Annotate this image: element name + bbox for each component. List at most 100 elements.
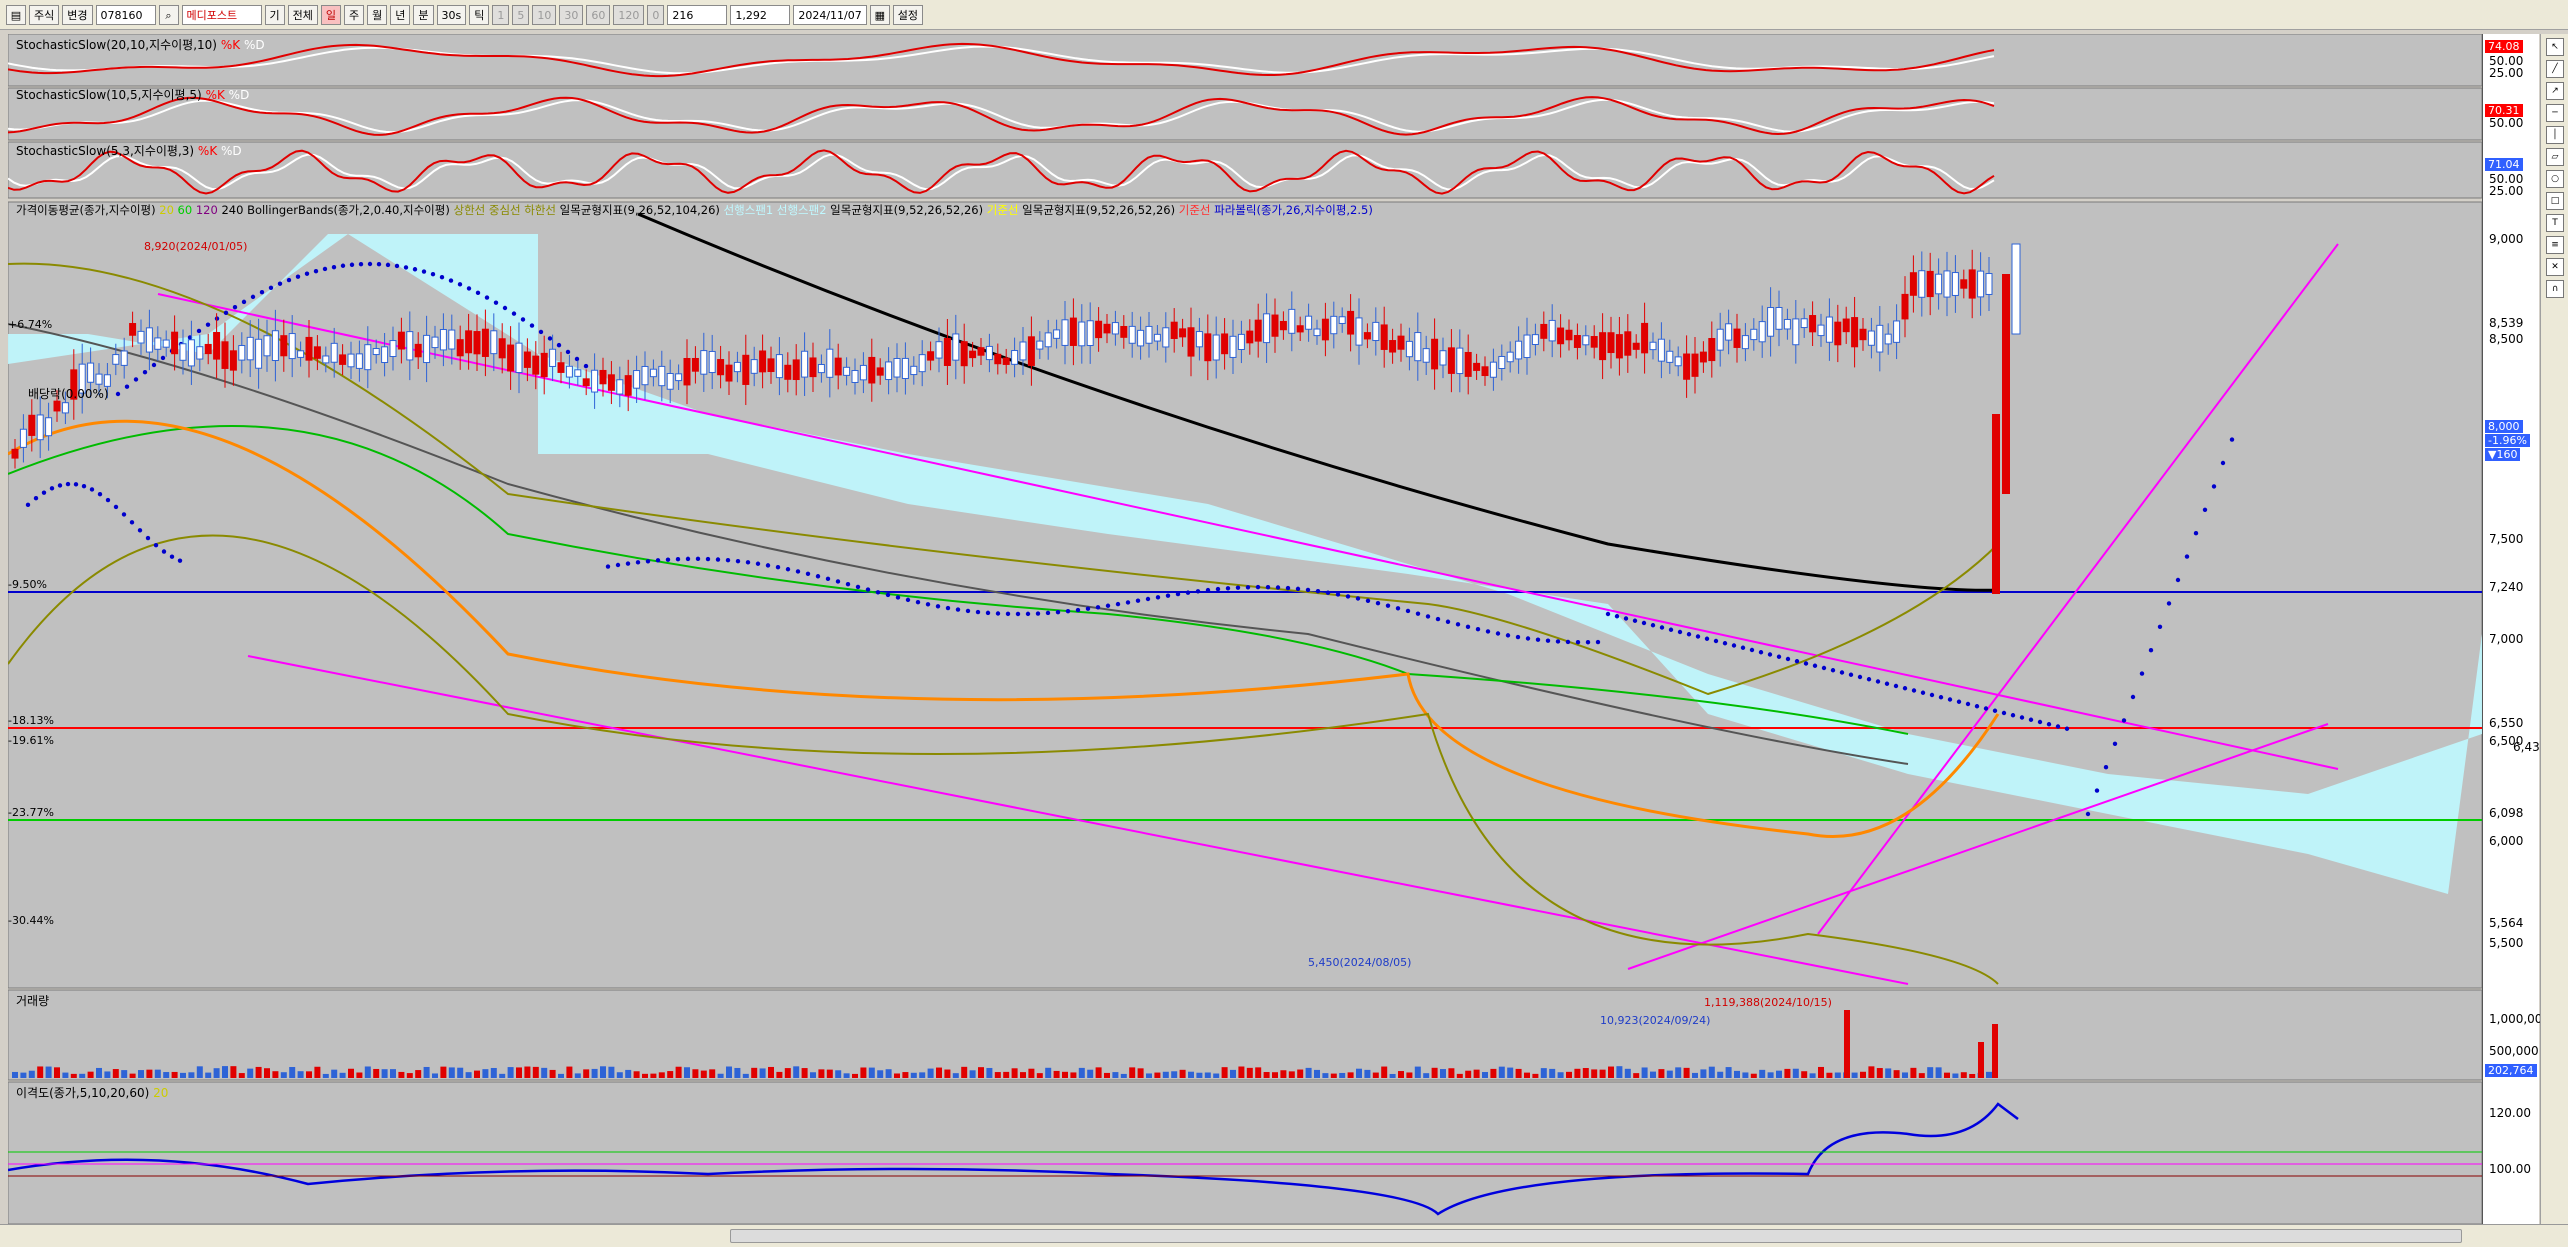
sar-dot-83	[685, 556, 691, 562]
candle-body-102	[868, 356, 876, 384]
sar-dot-123	[1085, 606, 1091, 611]
sar-dot-217	[1983, 706, 1989, 711]
drawing-toolbar: ↖ ╱ ↗ ─ │ ▱ ○ □ T ≡ ✕ ∩	[2540, 34, 2568, 1224]
volume-bar-216	[1826, 1072, 1833, 1078]
tick-5[interactable]: 5	[512, 4, 530, 25]
sar-dot-24	[151, 362, 157, 368]
horizontal-scrollbar[interactable]	[0, 1224, 2568, 1247]
candle-body-59	[507, 344, 515, 372]
sar-dot-81	[665, 557, 671, 562]
period-button[interactable]: 기	[264, 4, 285, 25]
sar-dot-21	[124, 384, 130, 389]
candle-body-68	[582, 378, 590, 387]
candle-body-34	[297, 350, 305, 358]
fib-tool-icon[interactable]: ≡	[2546, 236, 2564, 254]
candle-body-231	[1951, 272, 1959, 296]
tick-120[interactable]: 120	[613, 4, 645, 25]
settings-button[interactable]: 설정	[892, 4, 924, 25]
chart-area[interactable]: 8,920(2024/01/05) 5,450(2024/08/05) 1,119,…	[8, 34, 2482, 1224]
volume-bar-53	[457, 1067, 464, 1078]
volume-bar-95	[810, 1072, 816, 1078]
candle-body-135	[1145, 325, 1153, 344]
tick-10[interactable]: 10	[532, 4, 557, 25]
tick-1[interactable]: 1	[492, 4, 510, 25]
sar-dot-55	[430, 271, 436, 277]
sar-dot-0	[25, 502, 31, 508]
volume-bar-184	[1557, 1072, 1564, 1078]
sar-dot-18	[169, 554, 175, 559]
candle-body-128	[1086, 320, 1094, 347]
volume-bar-199	[1683, 1067, 1690, 1078]
rect-tool-icon[interactable]: □	[2546, 192, 2564, 210]
candle-body-123	[1044, 332, 1052, 348]
tick-30[interactable]: 30	[559, 4, 584, 25]
tab-month[interactable]: 월	[367, 4, 388, 25]
stoch3-k-label: %K	[197, 144, 218, 158]
volume-bar-19	[171, 1071, 178, 1078]
sar-dot-128	[1135, 598, 1141, 603]
stoch2-axis-50: 50.00	[2489, 116, 2524, 130]
sar-dot-169	[1545, 638, 1551, 643]
pointer-tool-icon[interactable]: ↖	[2546, 38, 2564, 56]
stock-name-field[interactable]: 메디포스트	[181, 4, 262, 25]
all-button[interactable]: 전체	[287, 4, 318, 25]
text-tool-icon[interactable]: T	[2546, 214, 2564, 232]
volume-bar-146	[1238, 1066, 1245, 1078]
sar-dot-235	[2157, 624, 2163, 629]
price-axis-9000: 9,000	[2489, 232, 2524, 246]
volume-bar-85	[726, 1066, 732, 1078]
date-input[interactable]: 2024/11/07	[793, 4, 867, 25]
tick-60[interactable]: 60	[586, 4, 611, 25]
disparity-axis-120: 120.00	[2489, 1106, 2531, 1120]
volume-bar-164	[1389, 1073, 1396, 1078]
erase-tool-icon[interactable]: ✕	[2546, 258, 2564, 276]
volume-bar-47	[406, 1073, 413, 1078]
change-button[interactable]: 변경	[62, 4, 93, 25]
market-select[interactable]: 주식	[29, 4, 60, 25]
tab-day[interactable]: 일	[320, 4, 341, 25]
panel-bg-4	[8, 989, 2482, 1081]
vline-tool-icon[interactable]: │	[2546, 126, 2564, 144]
candle-body-166	[1405, 340, 1413, 358]
candle-body-162	[1372, 321, 1380, 342]
stock-code-input[interactable]: 078160	[95, 4, 156, 25]
sar-dot-161	[1465, 624, 1471, 630]
trend-tool-icon[interactable]: ↗	[2546, 82, 2564, 100]
candle-body-119	[1011, 350, 1019, 365]
tab-30s[interactable]: 30s	[436, 4, 467, 25]
sar-dot-1	[33, 496, 39, 501]
magnet-tool-icon[interactable]: ∩	[2546, 280, 2564, 298]
sar-dot-199	[1821, 665, 1827, 671]
sar-dot-16	[153, 542, 159, 548]
menu-icon[interactable]: ▤	[6, 4, 26, 25]
count-input[interactable]: 216	[667, 4, 728, 25]
tab-week[interactable]: 주	[344, 4, 365, 25]
sar-legend: 파라볼릭(종가,26,지수이평,2.5)	[1214, 203, 1373, 217]
candle-body-109	[927, 351, 935, 361]
candle-body-137	[1162, 327, 1170, 348]
volume-bar-76	[650, 1073, 657, 1078]
candle-body-12	[112, 354, 120, 365]
scrollbar-thumb[interactable]	[730, 1229, 2462, 1243]
tab-minute[interactable]: 분	[413, 4, 434, 25]
line-tool-icon[interactable]: ╱	[2546, 60, 2564, 78]
sar-dot-201	[1839, 670, 1845, 675]
tab-tick[interactable]: 틱	[469, 4, 490, 25]
sar-dot-180	[1650, 623, 1656, 628]
hline-tool-icon[interactable]: ─	[2546, 104, 2564, 122]
calendar-icon[interactable]: ▦	[869, 4, 890, 25]
candle-body-171	[1447, 347, 1455, 374]
ichimoku1-lines-legend: 선행스팬1 선행스팬2	[723, 203, 827, 217]
circle-tool-icon[interactable]: ○	[2546, 170, 2564, 188]
volume-bar-30	[264, 1068, 270, 1078]
volume-bar-209	[1767, 1072, 1774, 1078]
tab-year[interactable]: 년	[390, 4, 411, 25]
search-icon[interactable]: ⌕	[158, 4, 179, 25]
sar-dot-132	[1175, 591, 1181, 597]
zero-field[interactable]: 0	[647, 4, 665, 25]
volume-bar-29	[255, 1066, 262, 1078]
volume-bar-159	[1347, 1072, 1354, 1078]
sar-dot-109	[945, 605, 951, 611]
channel-tool-icon[interactable]: ▱	[2546, 148, 2564, 166]
stoch1-k-label: %K	[220, 38, 241, 52]
